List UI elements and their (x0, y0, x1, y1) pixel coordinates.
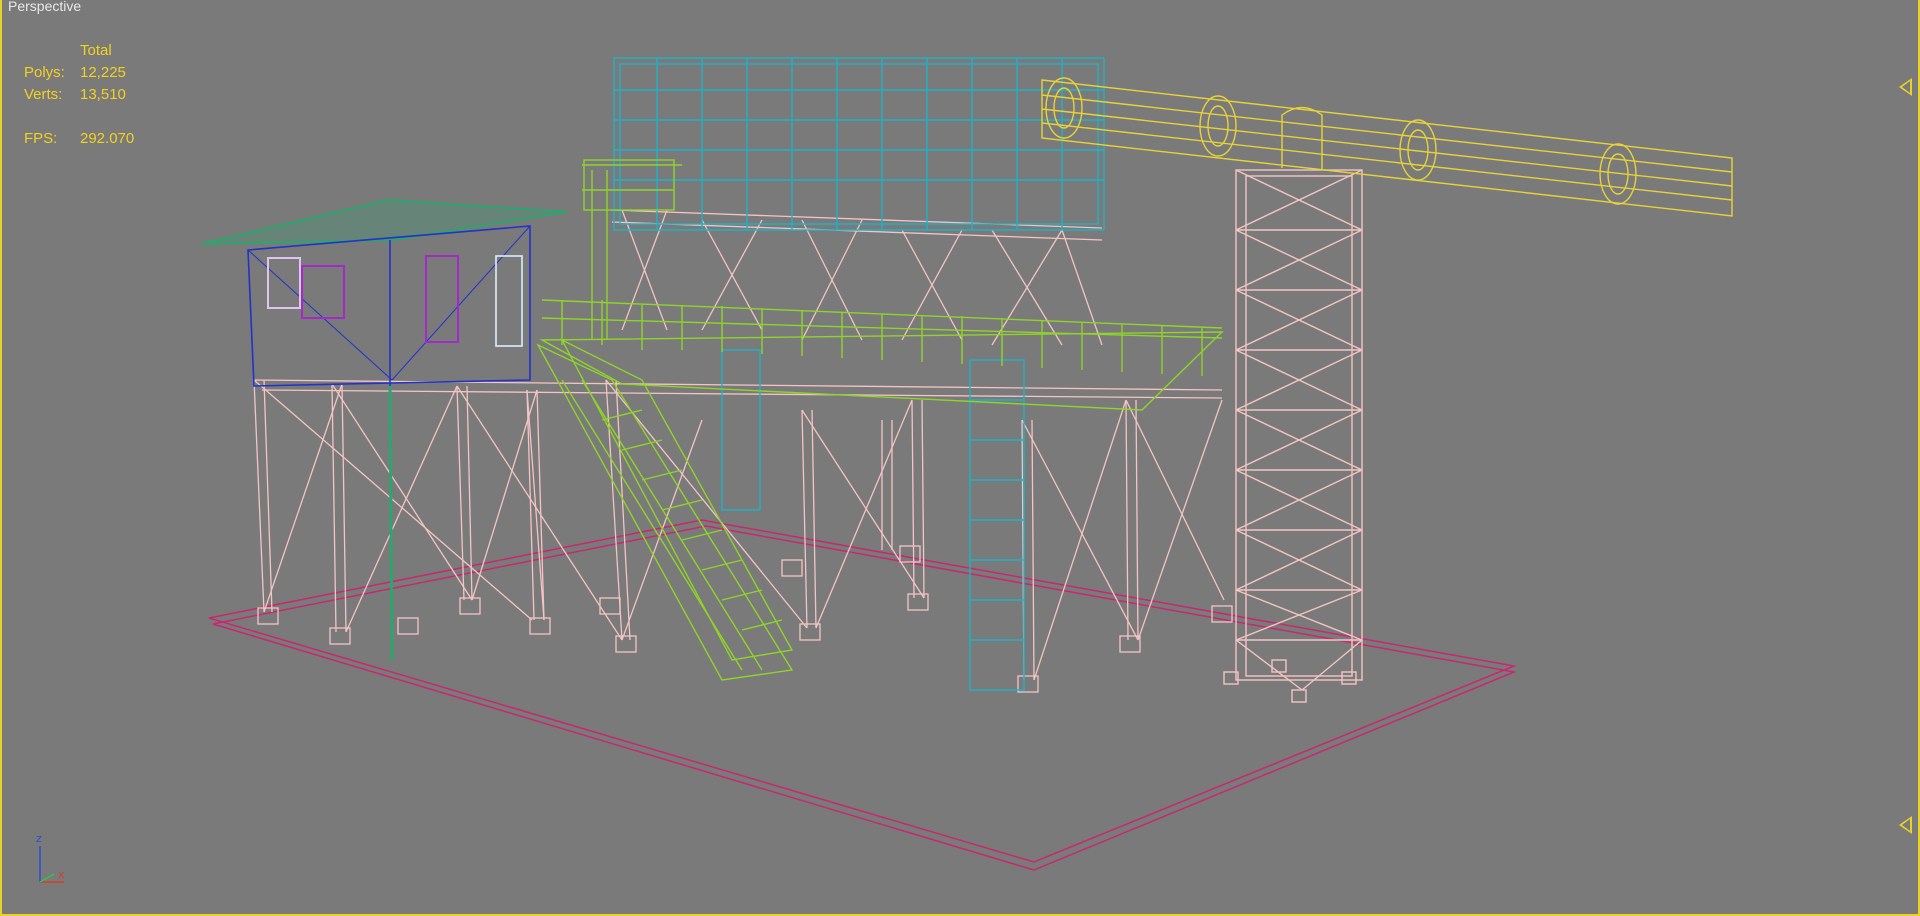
yellow-pipe (1041, 77, 1733, 217)
x-axis-label: x (58, 868, 65, 881)
polys-row: Polys: 12,225 (24, 62, 160, 84)
fps-row: FPS: 292.070 (24, 128, 160, 150)
stats-gap (24, 106, 160, 128)
stats-header: Total (80, 42, 112, 59)
viewport-marker-bottom-icon (1899, 816, 1912, 834)
upper-cyan-structure (613, 57, 1105, 691)
z-axis-label: z (36, 832, 42, 845)
xyz-axis-icon: z x (36, 832, 65, 883)
polys-value: 12,225 (80, 64, 126, 81)
perspective-viewport[interactable]: Perspective Total Polys: 12,225 Verts: 1… (0, 0, 1920, 916)
wireframe-scene[interactable] (2, 0, 1918, 914)
lattice-tower (1223, 169, 1363, 703)
polys-label: Polys: (24, 64, 65, 81)
stats-overlay: Total Polys: 12,225 Verts: 13,510 FPS: 2… (24, 40, 160, 150)
support-frame (253, 209, 1233, 693)
viewport-label[interactable]: Perspective (8, 0, 81, 14)
verts-row: Verts: 13,510 (24, 84, 160, 106)
y-axis-line (39, 873, 55, 883)
ground-plane (208, 519, 1517, 871)
stats-header-row: Total (24, 40, 160, 62)
verts-value: 13,510 (80, 86, 126, 103)
fps-label: FPS: (24, 130, 58, 147)
stats-spacer (24, 40, 80, 62)
verts-label: Verts: (24, 86, 63, 103)
viewport-marker-top-icon (1899, 78, 1912, 96)
fps-value: 292.070 (80, 130, 135, 147)
